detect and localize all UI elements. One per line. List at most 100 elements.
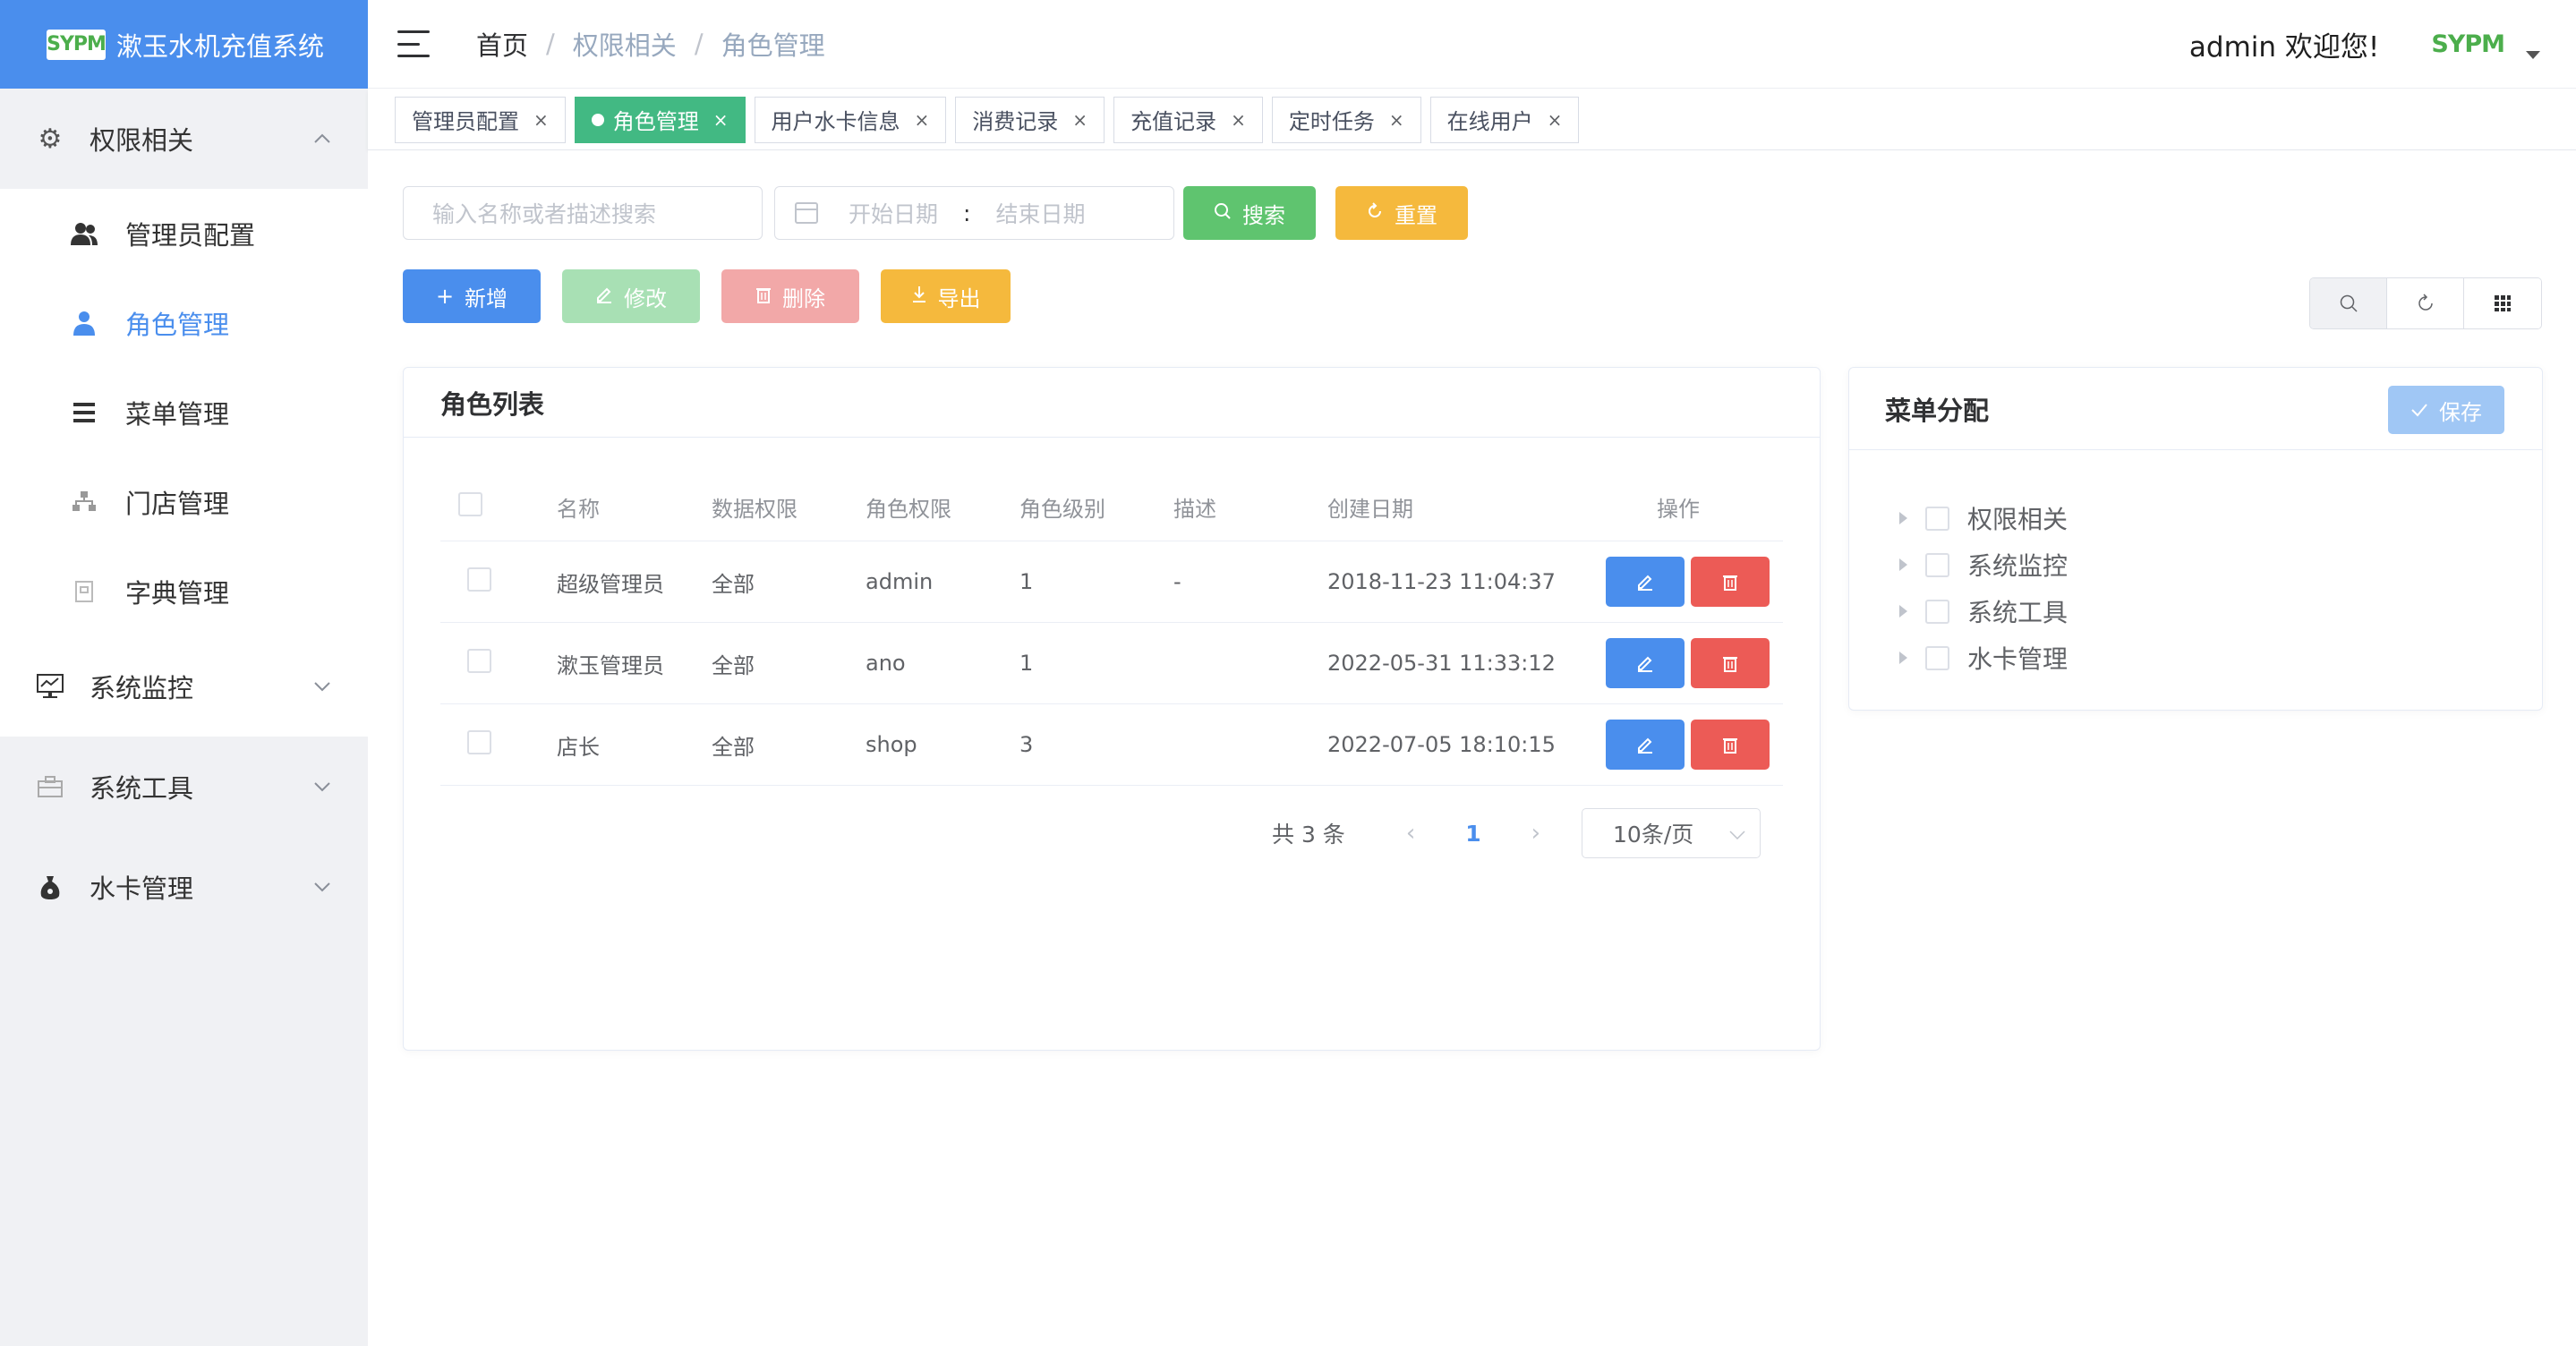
row-delete-button[interactable] xyxy=(1691,557,1770,607)
save-button-label: 保存 xyxy=(2439,399,2482,425)
search-placeholder: 输入名称或者描述搜索 xyxy=(432,201,657,227)
trash-icon xyxy=(1723,738,1737,754)
row-checkbox[interactable] xyxy=(467,729,491,754)
breadcrumb-home[interactable]: 首页 xyxy=(476,25,528,63)
tree-node[interactable]: 系统监控 xyxy=(1899,541,2068,588)
sidebar-group-water-card[interactable]: 水卡管理 xyxy=(0,837,368,937)
page-size-select[interactable]: 10条/页 xyxy=(1582,808,1761,858)
tag-online-users[interactable]: 在线用户 × xyxy=(1429,96,1580,143)
close-icon[interactable]: × xyxy=(713,109,729,131)
sidebar-group-monitoring[interactable]: 系统监控 xyxy=(0,636,368,737)
tag-recharge-records[interactable]: 充值记录 × xyxy=(1113,96,1263,143)
search-input[interactable]: 输入名称或者描述搜索 xyxy=(403,186,763,240)
sidebar-item-menu-management[interactable]: 菜单管理 xyxy=(0,368,368,457)
hamburger-icon[interactable] xyxy=(397,30,430,57)
welcome-text: admin 欢迎您! xyxy=(2188,31,2380,64)
tag-user-water-card[interactable]: 用户水卡信息 × xyxy=(754,96,947,143)
tag-label: 在线用户 xyxy=(1446,109,1533,134)
row-checkbox[interactable] xyxy=(467,567,491,592)
pagination-total: 共 3 条 xyxy=(1272,822,1345,848)
menu-tree: 权限相关 系统监控 系统工具 水卡管理 xyxy=(1899,495,2068,681)
tag-label: 角色管理 xyxy=(612,109,699,134)
caret-right-icon[interactable] xyxy=(1899,652,1907,664)
add-button[interactable]: + 新增 xyxy=(403,269,541,323)
column-header-created: 创建日期 xyxy=(1327,497,1413,522)
logo-bar[interactable]: SYPM 漱玉水机充值系统 xyxy=(0,0,368,89)
tree-node-checkbox[interactable] xyxy=(1925,645,1949,670)
role-table: 名称 数据权限 角色权限 角色级别 描述 创建日期 操作 超级管理员 全部 ad… xyxy=(440,473,1783,786)
close-icon[interactable]: × xyxy=(533,109,549,131)
caret-right-icon[interactable] xyxy=(1899,512,1907,524)
submenu-permissions: 管理员配置 角色管理 菜单管理 门店管理 字典管理 xyxy=(0,189,368,636)
sidebar-group-tools[interactable]: 系统工具 xyxy=(0,737,368,837)
reset-button[interactable]: 重置 xyxy=(1335,186,1468,240)
tree-node-checkbox[interactable] xyxy=(1925,506,1949,531)
role-icon xyxy=(70,309,98,337)
refresh-icon xyxy=(2418,294,2433,311)
export-button[interactable]: 导出 xyxy=(881,269,1011,323)
search-button[interactable]: 搜索 xyxy=(1183,186,1316,240)
range-separator: : xyxy=(963,200,971,226)
pagination-current-page[interactable]: 1 xyxy=(1465,821,1480,847)
sidebar-group-permissions[interactable]: ⚙ 权限相关 xyxy=(0,89,368,189)
close-icon[interactable]: × xyxy=(915,109,930,131)
cell-permission: shop xyxy=(866,732,917,757)
caret-right-icon[interactable] xyxy=(1899,558,1907,571)
column-header-actions: 操作 xyxy=(1657,497,1700,522)
sidebar-item-dictionary-management[interactable]: 字典管理 xyxy=(0,547,368,636)
table-row[interactable]: 漱玉管理员 全部 ano 1 2022-05-31 11:33:12 xyxy=(440,623,1783,704)
edit-button[interactable]: 修改 xyxy=(562,269,700,323)
start-date-placeholder[interactable]: 开始日期 xyxy=(849,197,938,229)
tag-label: 定时任务 xyxy=(1288,109,1375,134)
caret-right-icon[interactable] xyxy=(1899,605,1907,618)
search-button-label: 搜索 xyxy=(1242,202,1285,228)
save-button[interactable]: 保存 xyxy=(2388,386,2504,434)
chevron-left-icon[interactable]: ‹ xyxy=(1406,820,1415,847)
tag-scheduled-tasks[interactable]: 定时任务 × xyxy=(1271,96,1421,143)
chevron-right-icon[interactable]: › xyxy=(1531,820,1540,847)
row-delete-button[interactable] xyxy=(1691,638,1770,688)
table-row[interactable]: 超级管理员 全部 admin 1 - 2018-11-23 11:04:37 xyxy=(440,541,1783,623)
close-icon[interactable]: × xyxy=(1389,109,1404,131)
cell-name: 漱玉管理员 xyxy=(557,652,664,678)
row-edit-button[interactable] xyxy=(1606,638,1685,688)
avatar[interactable]: SYPM xyxy=(2431,30,2505,58)
cell-data-scope: 全部 xyxy=(712,734,755,760)
tree-node-label: 权限相关 xyxy=(1967,505,2068,534)
date-range-picker[interactable]: 开始日期 : 结束日期 xyxy=(774,186,1174,240)
tree-node[interactable]: 权限相关 xyxy=(1899,495,2068,541)
delete-button[interactable]: 删除 xyxy=(721,269,859,323)
close-icon[interactable]: × xyxy=(1072,109,1088,131)
row-edit-button[interactable] xyxy=(1606,557,1685,607)
end-date-placeholder[interactable]: 结束日期 xyxy=(995,197,1085,229)
cell-created: 2018-11-23 11:04:37 xyxy=(1327,569,1556,594)
refresh-button[interactable] xyxy=(2387,278,2464,328)
cell-name: 店长 xyxy=(557,734,600,760)
reset-button-label: 重置 xyxy=(1395,202,1437,228)
sidebar-item-store-management[interactable]: 门店管理 xyxy=(0,457,368,547)
caret-down-icon[interactable] xyxy=(2526,51,2540,59)
tree-node-checkbox[interactable] xyxy=(1925,599,1949,624)
tag-role-management[interactable]: 角色管理 × xyxy=(574,96,746,143)
tree-node-label: 系统工具 xyxy=(1967,598,2068,627)
tree-node[interactable]: 水卡管理 xyxy=(1899,635,2068,681)
tree-node[interactable]: 系统工具 xyxy=(1899,588,2068,635)
sidebar-item-admin-config[interactable]: 管理员配置 xyxy=(0,189,368,278)
row-delete-button[interactable] xyxy=(1691,720,1770,770)
close-icon[interactable]: × xyxy=(1548,109,1563,131)
row-edit-button[interactable] xyxy=(1606,720,1685,770)
tree-node-checkbox[interactable] xyxy=(1925,552,1949,577)
active-dot-icon xyxy=(591,113,604,126)
tag-consumption-records[interactable]: 消费记录 × xyxy=(955,96,1105,143)
row-checkbox[interactable] xyxy=(467,648,491,673)
sidebar-item-role-management[interactable]: 角色管理 xyxy=(0,278,368,368)
sidebar-group-label: 系统工具 xyxy=(90,773,194,804)
tag-admin-config[interactable]: 管理员配置 × xyxy=(395,96,566,143)
table-row[interactable]: 店长 全部 shop 3 2022-07-05 18:10:15 xyxy=(440,704,1783,786)
select-all-checkbox[interactable] xyxy=(458,492,482,516)
close-icon[interactable]: × xyxy=(1231,109,1246,131)
add-button-label: 新增 xyxy=(465,285,508,311)
menu-assign-card: 菜单分配 保存 权限相关 系统监控 系统工具 水卡管理 xyxy=(1848,367,2543,711)
toggle-search-button[interactable] xyxy=(2310,278,2387,328)
columns-button[interactable] xyxy=(2464,278,2541,328)
